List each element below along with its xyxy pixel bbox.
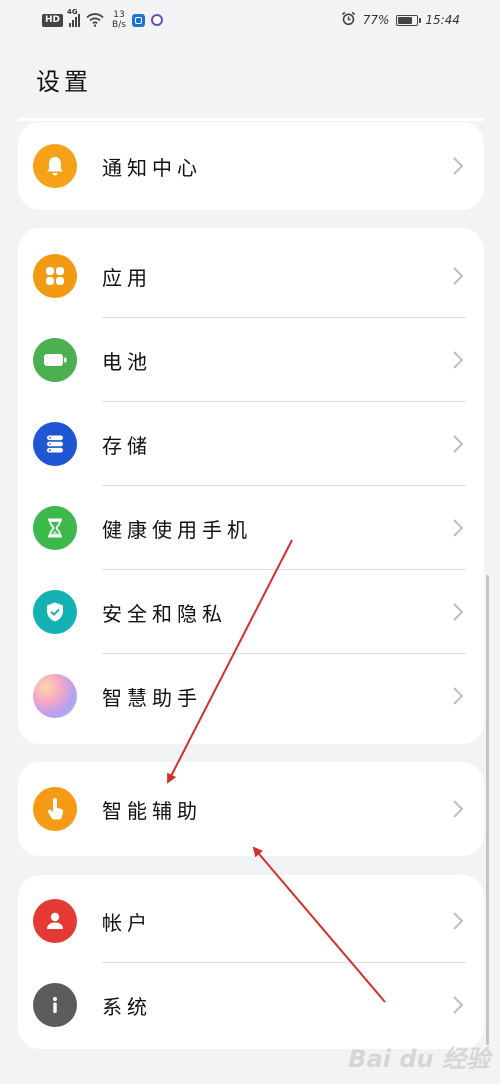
clock: 15:44: [425, 13, 460, 27]
shield-check-icon: [33, 590, 77, 634]
network-speed-value: 13: [113, 10, 125, 20]
app-notification-icon: [131, 13, 145, 27]
chevron-right-icon: [452, 156, 464, 180]
bell-icon: [33, 144, 77, 188]
settings-item-label: 帐户: [102, 910, 152, 935]
chevron-right-icon: [452, 995, 464, 1019]
app-notification-round-icon: [150, 14, 163, 26]
scrollbar[interactable]: [486, 575, 489, 1045]
battery-icon: [33, 338, 77, 382]
settings-item-battery[interactable]: 电池: [18, 318, 484, 402]
page-title: 设置: [36, 68, 92, 96]
chevron-right-icon: [452, 799, 464, 823]
assistant-orb-icon: [33, 674, 77, 718]
cellular-signal-icon: 4G: [67, 8, 81, 27]
chevron-right-icon: [452, 266, 464, 290]
settings-item-label: 电池: [102, 349, 152, 374]
settings-item-smart-assistant[interactable]: 智慧助手: [18, 654, 484, 738]
previous-card-edge: [18, 118, 484, 121]
settings-group-accessibility: 智能辅助: [18, 762, 484, 856]
settings-item-accessibility-features[interactable]: 智能辅助: [18, 762, 484, 856]
status-left: HD 4G 13 B/s: [42, 8, 163, 30]
settings-item-label: 存储: [102, 433, 152, 458]
network-speed-unit: B/s: [112, 20, 126, 30]
hourglass-icon: [33, 506, 77, 550]
alarm-icon: [341, 11, 356, 29]
settings-item-storage[interactable]: 存储: [18, 402, 484, 486]
settings-item-label: 健康使用手机: [102, 517, 252, 542]
wifi-icon: [86, 13, 104, 27]
settings-item-label: 智慧助手: [102, 685, 202, 710]
watermark: Bai du 经验: [348, 1045, 490, 1073]
network-speed: 13 B/s: [112, 10, 126, 30]
chevron-right-icon: [452, 602, 464, 626]
settings-item-label: 应用: [102, 265, 152, 290]
status-bar: HD 4G 13 B/s 77% 15:44: [0, 0, 500, 40]
settings-item-apps[interactable]: 应用: [18, 234, 484, 318]
storage-icon: [33, 422, 77, 466]
settings-item-digital-balance[interactable]: 健康使用手机: [18, 486, 484, 570]
settings-item-label: 智能辅助: [102, 798, 202, 823]
battery-icon: [396, 14, 422, 26]
apps-grid-icon: [33, 254, 77, 298]
settings-group-accounts-system: 帐户 系统: [18, 875, 484, 1049]
chevron-right-icon: [452, 350, 464, 374]
settings-item-notification-center[interactable]: 通知中心: [18, 124, 484, 208]
settings-item-system[interactable]: 系统: [18, 963, 484, 1047]
settings-group-notifications: 通知中心: [18, 122, 484, 210]
info-icon: [33, 983, 77, 1027]
settings-item-label: 通知中心: [102, 155, 202, 180]
settings-item-accounts[interactable]: 帐户: [18, 879, 484, 963]
settings-item-security-privacy[interactable]: 安全和隐私: [18, 570, 484, 654]
user-icon: [33, 899, 77, 943]
settings-item-label: 系统: [102, 994, 152, 1019]
chevron-right-icon: [452, 686, 464, 710]
settings-item-label: 安全和隐私: [102, 601, 227, 626]
chevron-right-icon: [452, 911, 464, 935]
settings-group-main: 应用 电池 存储 健康使用手机 安全和隐私 智慧助手: [18, 228, 484, 744]
chevron-right-icon: [452, 434, 464, 458]
hd-voice-badge: HD: [42, 13, 64, 27]
chevron-right-icon: [452, 518, 464, 542]
network-type-label: 4G: [67, 8, 78, 16]
status-right: 77% 15:44: [341, 11, 460, 29]
battery-percent: 77%: [362, 13, 390, 27]
hand-tap-icon: [33, 787, 77, 831]
